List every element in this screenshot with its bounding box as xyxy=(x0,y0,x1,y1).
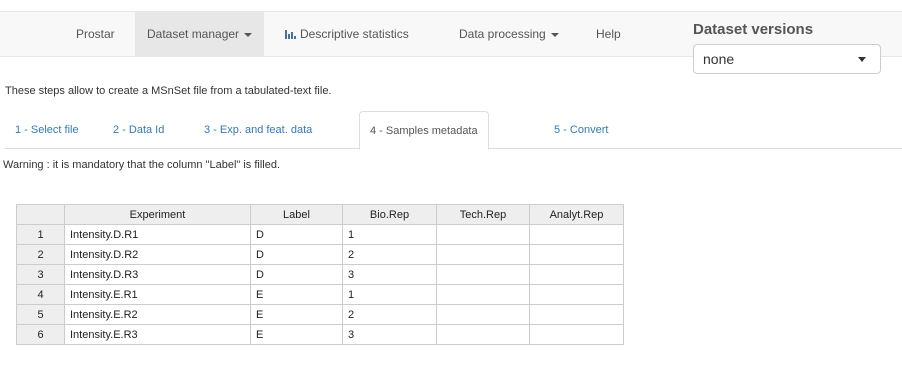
cell-label[interactable]: E xyxy=(250,304,343,325)
cell-bio-rep[interactable]: 3 xyxy=(342,264,437,285)
row-index: 4 xyxy=(16,284,65,305)
tab-select-file[interactable]: 1 - Select file xyxy=(5,111,89,149)
select-value: none xyxy=(703,51,735,67)
cell-label[interactable]: D xyxy=(250,264,343,285)
caret-down-icon xyxy=(244,32,253,37)
cell-experiment[interactable]: Intensity.E.R3 xyxy=(64,324,251,345)
table-row: 4 Intensity.E.R1 E 1 xyxy=(16,284,624,305)
cell-analyt-rep[interactable] xyxy=(529,304,624,325)
cell-analyt-rep[interactable] xyxy=(529,324,624,345)
nav-item-label: Prostar xyxy=(76,27,115,41)
cell-experiment[interactable]: Intensity.D.R1 xyxy=(64,224,251,245)
nav-item-label: Descriptive statistics xyxy=(300,27,409,41)
header-bio-rep: Bio.Rep xyxy=(342,204,437,225)
warning-text: Warning : it is mandatory that the colum… xyxy=(3,159,281,171)
header-experiment: Experiment xyxy=(64,204,251,225)
row-index: 3 xyxy=(16,264,65,285)
header-tech-rep: Tech.Rep xyxy=(436,204,530,225)
cell-bio-rep[interactable]: 2 xyxy=(342,304,437,325)
bar-chart-icon xyxy=(285,30,296,39)
cell-tech-rep[interactable] xyxy=(436,284,530,305)
cell-bio-rep[interactable]: 1 xyxy=(342,284,437,305)
samples-table: Experiment Label Bio.Rep Tech.Rep Analyt… xyxy=(16,204,624,345)
row-index: 5 xyxy=(16,304,65,325)
cell-label[interactable]: E xyxy=(250,284,343,305)
cell-label[interactable]: E xyxy=(250,324,343,345)
tab-convert[interactable]: 5 - Convert xyxy=(544,111,618,149)
cell-tech-rep[interactable] xyxy=(436,244,530,265)
cell-analyt-rep[interactable] xyxy=(529,264,624,285)
cell-experiment[interactable]: Intensity.D.R2 xyxy=(64,244,251,265)
row-index: 2 xyxy=(16,244,65,265)
nav-item-label: Help xyxy=(596,27,621,41)
chevron-down-icon xyxy=(858,57,866,62)
cell-bio-rep[interactable]: 2 xyxy=(342,244,437,265)
header-index xyxy=(16,204,65,225)
cell-tech-rep[interactable] xyxy=(436,304,530,325)
dataset-versions-select[interactable]: none xyxy=(693,44,881,74)
caret-down-icon xyxy=(550,32,559,37)
tab-bar: 1 - Select file 2 - Data Id 3 - Exp. and… xyxy=(5,111,902,150)
cell-analyt-rep[interactable] xyxy=(529,284,624,305)
nav-item-help[interactable]: Help xyxy=(584,11,633,57)
tab-samples-metadata[interactable]: 4 - Samples metadata xyxy=(359,111,489,150)
cell-bio-rep[interactable]: 1 xyxy=(342,224,437,245)
nav-item-label: Dataset manager xyxy=(147,27,240,41)
nav-item-descriptive-statistics[interactable]: Descriptive statistics xyxy=(273,11,421,57)
cell-experiment[interactable]: Intensity.D.R3 xyxy=(64,264,251,285)
table-header-row: Experiment Label Bio.Rep Tech.Rep Analyt… xyxy=(16,204,624,225)
tab-exp-feat-data[interactable]: 3 - Exp. and feat. data xyxy=(194,111,322,149)
nav-item-prostar[interactable]: Prostar xyxy=(64,11,127,57)
tab-data-id[interactable]: 2 - Data Id xyxy=(103,111,174,149)
cell-experiment[interactable]: Intensity.E.R2 xyxy=(64,304,251,325)
header-label: Label xyxy=(250,204,343,225)
table-row: 1 Intensity.D.R1 D 1 xyxy=(16,224,624,245)
nav-item-dataset-manager[interactable]: Dataset manager xyxy=(135,11,265,57)
dataset-versions-title: Dataset versions xyxy=(693,21,814,38)
cell-label[interactable]: D xyxy=(250,244,343,265)
row-index: 1 xyxy=(16,224,65,245)
cell-analyt-rep[interactable] xyxy=(529,224,624,245)
row-index: 6 xyxy=(16,324,65,345)
nav-item-label: Data processing xyxy=(459,27,546,41)
cell-bio-rep[interactable]: 3 xyxy=(342,324,437,345)
intro-text: These steps allow to create a MSnSet fil… xyxy=(5,85,332,97)
table-row: 6 Intensity.E.R3 E 3 xyxy=(16,324,624,345)
cell-tech-rep[interactable] xyxy=(436,224,530,245)
table-row: 2 Intensity.D.R2 D 2 xyxy=(16,244,624,265)
header-analyt-rep: Analyt.Rep xyxy=(529,204,624,225)
cell-label[interactable]: D xyxy=(250,224,343,245)
navbar: Prostar Dataset manager Descriptive stat… xyxy=(0,0,902,74)
table-row: 3 Intensity.D.R3 D 3 xyxy=(16,264,624,285)
nav-item-data-processing[interactable]: Data processing xyxy=(447,11,571,57)
cell-analyt-rep[interactable] xyxy=(529,244,624,265)
table-row: 5 Intensity.E.R2 E 2 xyxy=(16,304,624,325)
cell-experiment[interactable]: Intensity.E.R1 xyxy=(64,284,251,305)
cell-tech-rep[interactable] xyxy=(436,264,530,285)
cell-tech-rep[interactable] xyxy=(436,324,530,345)
